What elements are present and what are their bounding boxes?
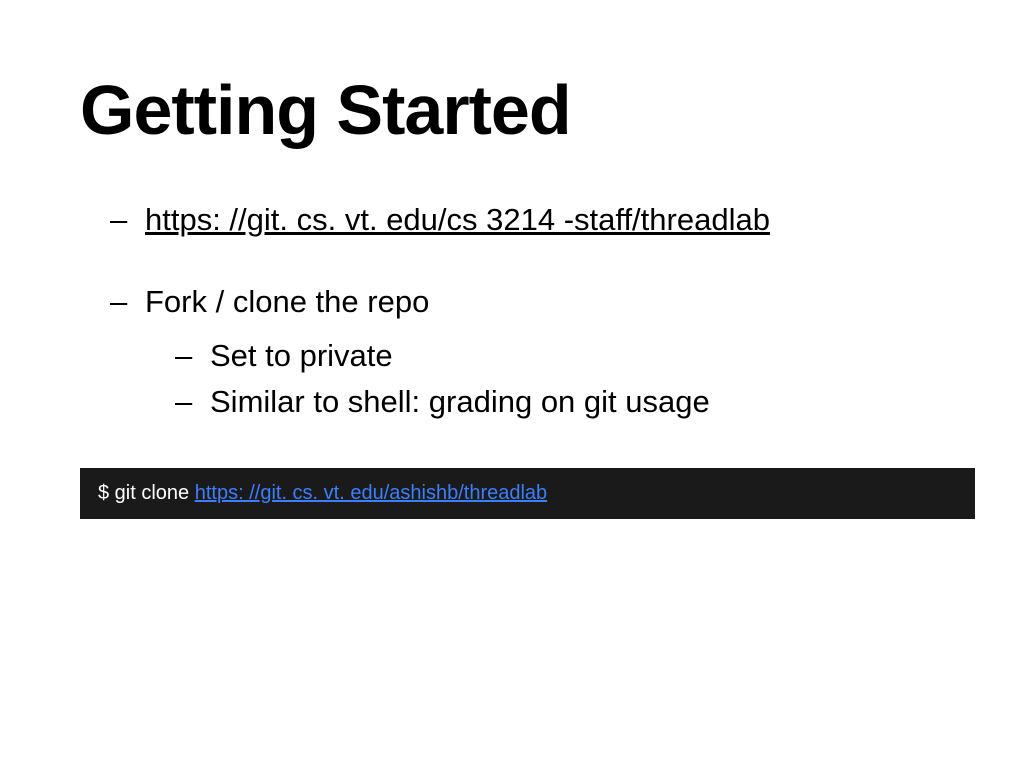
list-item: Fork / clone the repo Set to private Sim…: [110, 282, 944, 425]
code-url-link[interactable]: https: //git. cs. vt. edu/ashishb/thread…: [195, 482, 547, 504]
page-title: Getting Started: [80, 70, 944, 150]
fork-text: Fork / clone the repo: [145, 284, 429, 319]
slide: Getting Started https: //git. cs. vt. ed…: [0, 0, 1024, 768]
repo-link[interactable]: https: //git. cs. vt. edu/cs 3214 -staff…: [145, 202, 770, 237]
list-item: Similar to shell: grading on git usage: [175, 379, 944, 426]
bullet-list: https: //git. cs. vt. edu/cs 3214 -staff…: [80, 200, 944, 426]
code-block: $ git clone https: //git. cs. vt. edu/as…: [80, 468, 975, 519]
sub-bullet-2: Similar to shell: grading on git usage: [210, 384, 710, 419]
sub-list: Set to private Similar to shell: grading…: [145, 333, 944, 426]
code-prefix: $ git clone: [98, 482, 195, 504]
sub-bullet-1: Set to private: [210, 338, 393, 373]
list-item: https: //git. cs. vt. edu/cs 3214 -staff…: [110, 200, 944, 240]
list-item: Set to private: [175, 333, 944, 380]
